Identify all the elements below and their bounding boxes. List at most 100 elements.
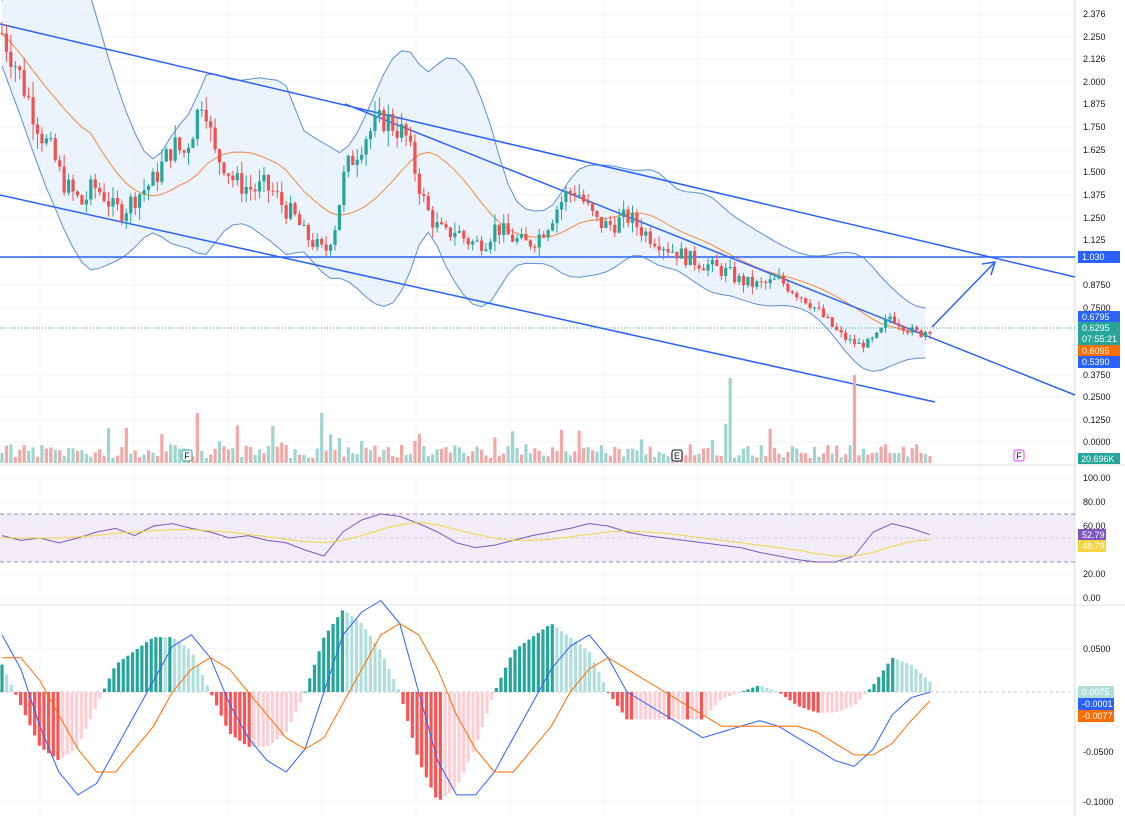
macd-histogram-bar — [392, 678, 396, 692]
price-tick-label: 0.8750 — [1083, 280, 1111, 290]
volume-bar — [178, 448, 182, 463]
macd-histogram-bar — [368, 635, 373, 692]
candle-body — [169, 149, 173, 161]
volume-bar — [4, 445, 9, 463]
volume-bar — [666, 456, 670, 463]
macd-histogram-bar — [466, 692, 470, 763]
macd-histogram-bar — [401, 692, 405, 705]
macd-histogram-bar — [37, 692, 41, 746]
macd-histogram-bar — [9, 684, 13, 692]
volume-bar — [111, 457, 115, 463]
price-panel[interactable]: FEF — [0, 0, 1076, 463]
volume-bar — [821, 453, 826, 463]
candle-body — [661, 248, 666, 251]
volume-bar — [311, 457, 315, 463]
macd-histogram-bar — [382, 658, 386, 692]
price-tick-label: 0.1250 — [1083, 415, 1111, 425]
volume-bar — [635, 450, 639, 463]
candle-body — [617, 217, 621, 233]
macd-histogram-bar — [788, 692, 792, 701]
macd-histogram-bar — [331, 623, 335, 692]
macd-histogram-bar — [70, 692, 74, 752]
macd-histogram-bar — [163, 637, 167, 692]
candle-body — [710, 259, 715, 265]
candle-body — [519, 233, 524, 239]
volume-bar — [320, 413, 324, 463]
candle-body — [542, 234, 546, 238]
candle-body — [368, 131, 373, 140]
candle-body — [848, 339, 852, 341]
candle-body — [506, 223, 510, 235]
volume-bar — [448, 452, 453, 463]
volume-bar — [146, 450, 151, 463]
volume-bar — [661, 453, 666, 463]
trading-chart[interactable]: F E F 2.376 2.250 2.126 2.000 1.875 1.750 1.625 1… — [0, 0, 1125, 816]
macd-histogram-bar — [508, 657, 512, 692]
volume-bar — [706, 447, 710, 463]
macd-tick-label: -0.1000 — [1083, 797, 1114, 807]
volume-bar — [866, 454, 870, 463]
volume-bar — [484, 455, 488, 463]
macd-histogram-bar — [340, 610, 345, 692]
candle-body — [688, 250, 692, 266]
volume-bar — [919, 452, 923, 463]
volume-bar — [746, 446, 750, 463]
volume-bar — [431, 454, 435, 463]
candle-body — [764, 281, 768, 284]
candle-body — [289, 203, 293, 219]
volume-bar — [852, 375, 857, 463]
macd-histogram-bar — [657, 692, 662, 720]
volume-bar — [524, 444, 528, 463]
volume-bar — [790, 446, 794, 463]
macd-histogram-bar — [168, 637, 172, 692]
volume-bar — [733, 457, 737, 463]
volume-bar — [364, 447, 368, 463]
macd-panel[interactable] — [0, 599, 1075, 800]
volume-bar — [488, 457, 493, 463]
macd-histogram-bar — [438, 692, 442, 800]
candle-body — [777, 275, 781, 279]
macd-histogram-bar — [634, 692, 638, 720]
candle-body — [928, 331, 932, 334]
price-axis[interactable]: 2.376 2.250 2.126 2.000 1.875 1.750 1.625 1.500… — [1078, 9, 1120, 807]
volume-bar — [781, 457, 786, 463]
candle-body — [559, 202, 564, 210]
candle-body — [58, 160, 62, 167]
macd-histogram-bar — [863, 692, 867, 695]
volume-bar — [315, 448, 319, 463]
macd-histogram-bar — [825, 692, 830, 713]
volume-bar — [817, 456, 821, 463]
candle-body — [13, 66, 17, 68]
volume-bar — [586, 447, 590, 463]
candle-body — [4, 33, 9, 52]
candle-body — [497, 224, 501, 235]
volume-bar — [786, 451, 790, 463]
macd-histogram-bar — [532, 636, 536, 692]
candle-body — [741, 275, 746, 286]
candle-body — [781, 275, 786, 284]
macd-histogram-bar — [84, 692, 88, 730]
volume-bar — [142, 454, 146, 463]
candle-body — [404, 124, 408, 136]
price-tick-label: 1.750 — [1083, 122, 1106, 132]
candle-body — [266, 175, 271, 191]
volume-bar — [697, 453, 701, 463]
macd-histogram-bar — [387, 668, 391, 692]
macd-histogram-bar — [877, 677, 881, 692]
event-marker-label: F — [184, 451, 190, 461]
volume-bar — [519, 454, 524, 463]
volume-bar — [377, 456, 382, 463]
candle-body — [106, 201, 111, 207]
price-tick-label: 2.250 — [1083, 32, 1106, 42]
candle-body — [577, 194, 581, 197]
macd-histogram-bar — [406, 692, 410, 721]
rsi-panel[interactable] — [0, 513, 1075, 563]
macd-histogram-bar — [182, 645, 186, 692]
macd-histogram-bar — [504, 667, 508, 692]
candle-body — [408, 135, 413, 142]
macd-histogram-bar — [830, 692, 834, 713]
macd-histogram-bar — [210, 692, 214, 696]
macd-histogram-bar — [522, 642, 526, 692]
volume-bar — [368, 449, 373, 463]
macd-histogram-bar — [783, 692, 788, 698]
